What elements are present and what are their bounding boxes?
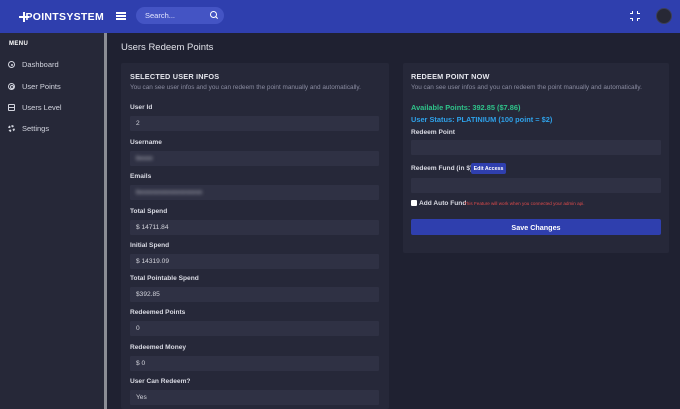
settings-icon [8, 124, 15, 132]
brand-name: POINTSYSTEM [25, 10, 104, 23]
available-points: Available Points: 392.85 ($7.86) [411, 103, 521, 112]
emails-label: Emails [130, 173, 152, 180]
save-changes-button[interactable]: Save Changes [411, 219, 661, 235]
username-value: bxxxx [136, 155, 153, 162]
sidebar-item-label: User Points [22, 81, 61, 91]
email-field[interactable]: bxxxxxxxxxxxxxxxxxxx [130, 185, 379, 200]
sidebar-item-dashboard[interactable]: Dashboard [0, 55, 104, 73]
username-field[interactable]: bxxxx [130, 151, 379, 166]
redeemed-points-field[interactable]: 0 [130, 321, 379, 336]
brand-logo[interactable]: POINTSYSTEM [0, 11, 104, 23]
total-spend-label: Total Spend [130, 208, 168, 215]
plus-icon [19, 11, 31, 22]
user-can-redeem-field[interactable]: Yes [130, 390, 379, 405]
email-value: bxxxxxxxxxxxxxxxxxxx [136, 189, 203, 196]
user-status: User Status: PLATINIUM (100 point = $2) [411, 115, 553, 124]
redeem-fund-label: Redeem Fund (in $) [411, 165, 473, 172]
sidebar-item-users-level[interactable]: Users Level [0, 98, 104, 116]
menu-toggle-icon[interactable] [116, 12, 126, 20]
menu-title: MENU [9, 41, 29, 47]
redeemed-money-field[interactable]: $ 0 [130, 356, 379, 371]
total-pointable-spend-field[interactable]: $392.85 [130, 287, 379, 302]
total-pointable-spend-label: Total Pointable Spend [130, 275, 199, 282]
search-icon[interactable] [210, 11, 217, 18]
auto-fund-note: This Feature will work when you connecte… [464, 201, 585, 206]
sidebar-item-settings[interactable]: Settings [0, 119, 104, 137]
redeem-heading: REDEEM POINT NOW [411, 72, 490, 81]
redeemed-points-label: Redeemed Points [130, 309, 186, 316]
points-icon [8, 82, 15, 90]
dashboard-icon [8, 60, 15, 68]
username-label: Username [130, 139, 162, 146]
sidebar-item-label: Settings [22, 123, 50, 133]
user-id-label: User Id [130, 104, 153, 111]
sidebar-item-label: Dashboard [22, 59, 59, 69]
avatar[interactable] [656, 8, 672, 24]
sidebar-scrollbar[interactable] [104, 33, 107, 409]
sidebar-item-user-points[interactable]: User Points [0, 77, 104, 95]
redeem-fund-input[interactable] [411, 178, 661, 193]
edit-access-button[interactable]: Edit Access [471, 163, 506, 174]
top-bar: POINTSYSTEM [0, 0, 680, 33]
auto-fund-label: Add Auto Fund [419, 200, 467, 207]
fullscreen-icon[interactable] [630, 11, 640, 21]
sidebar-item-label: Users Level [22, 102, 62, 112]
auto-fund-checkbox[interactable] [411, 200, 417, 206]
page-title: Users Redeem Points [121, 42, 214, 53]
redeem-point-input[interactable] [411, 140, 661, 155]
initial-spend-field[interactable]: $ 14319.09 [130, 254, 379, 269]
redeem-subtitle: You can see user infos and you can redee… [411, 84, 642, 91]
redeem-point-label: Redeem Point [411, 129, 455, 136]
level-icon [8, 103, 15, 111]
search-input[interactable] [145, 11, 205, 20]
selected-user-heading: SELECTED USER INFOS [130, 72, 220, 81]
initial-spend-label: Initial Spend [130, 242, 170, 249]
user-can-redeem-label: User Can Redeem? [130, 378, 191, 385]
selected-user-subtitle: You can see user infos and you can redee… [130, 84, 361, 91]
total-spend-field[interactable]: $ 14711.84 [130, 220, 379, 235]
redeemed-money-label: Redeemed Money [130, 344, 187, 351]
user-id-field[interactable]: 2 [130, 116, 379, 131]
search-box [136, 7, 224, 24]
